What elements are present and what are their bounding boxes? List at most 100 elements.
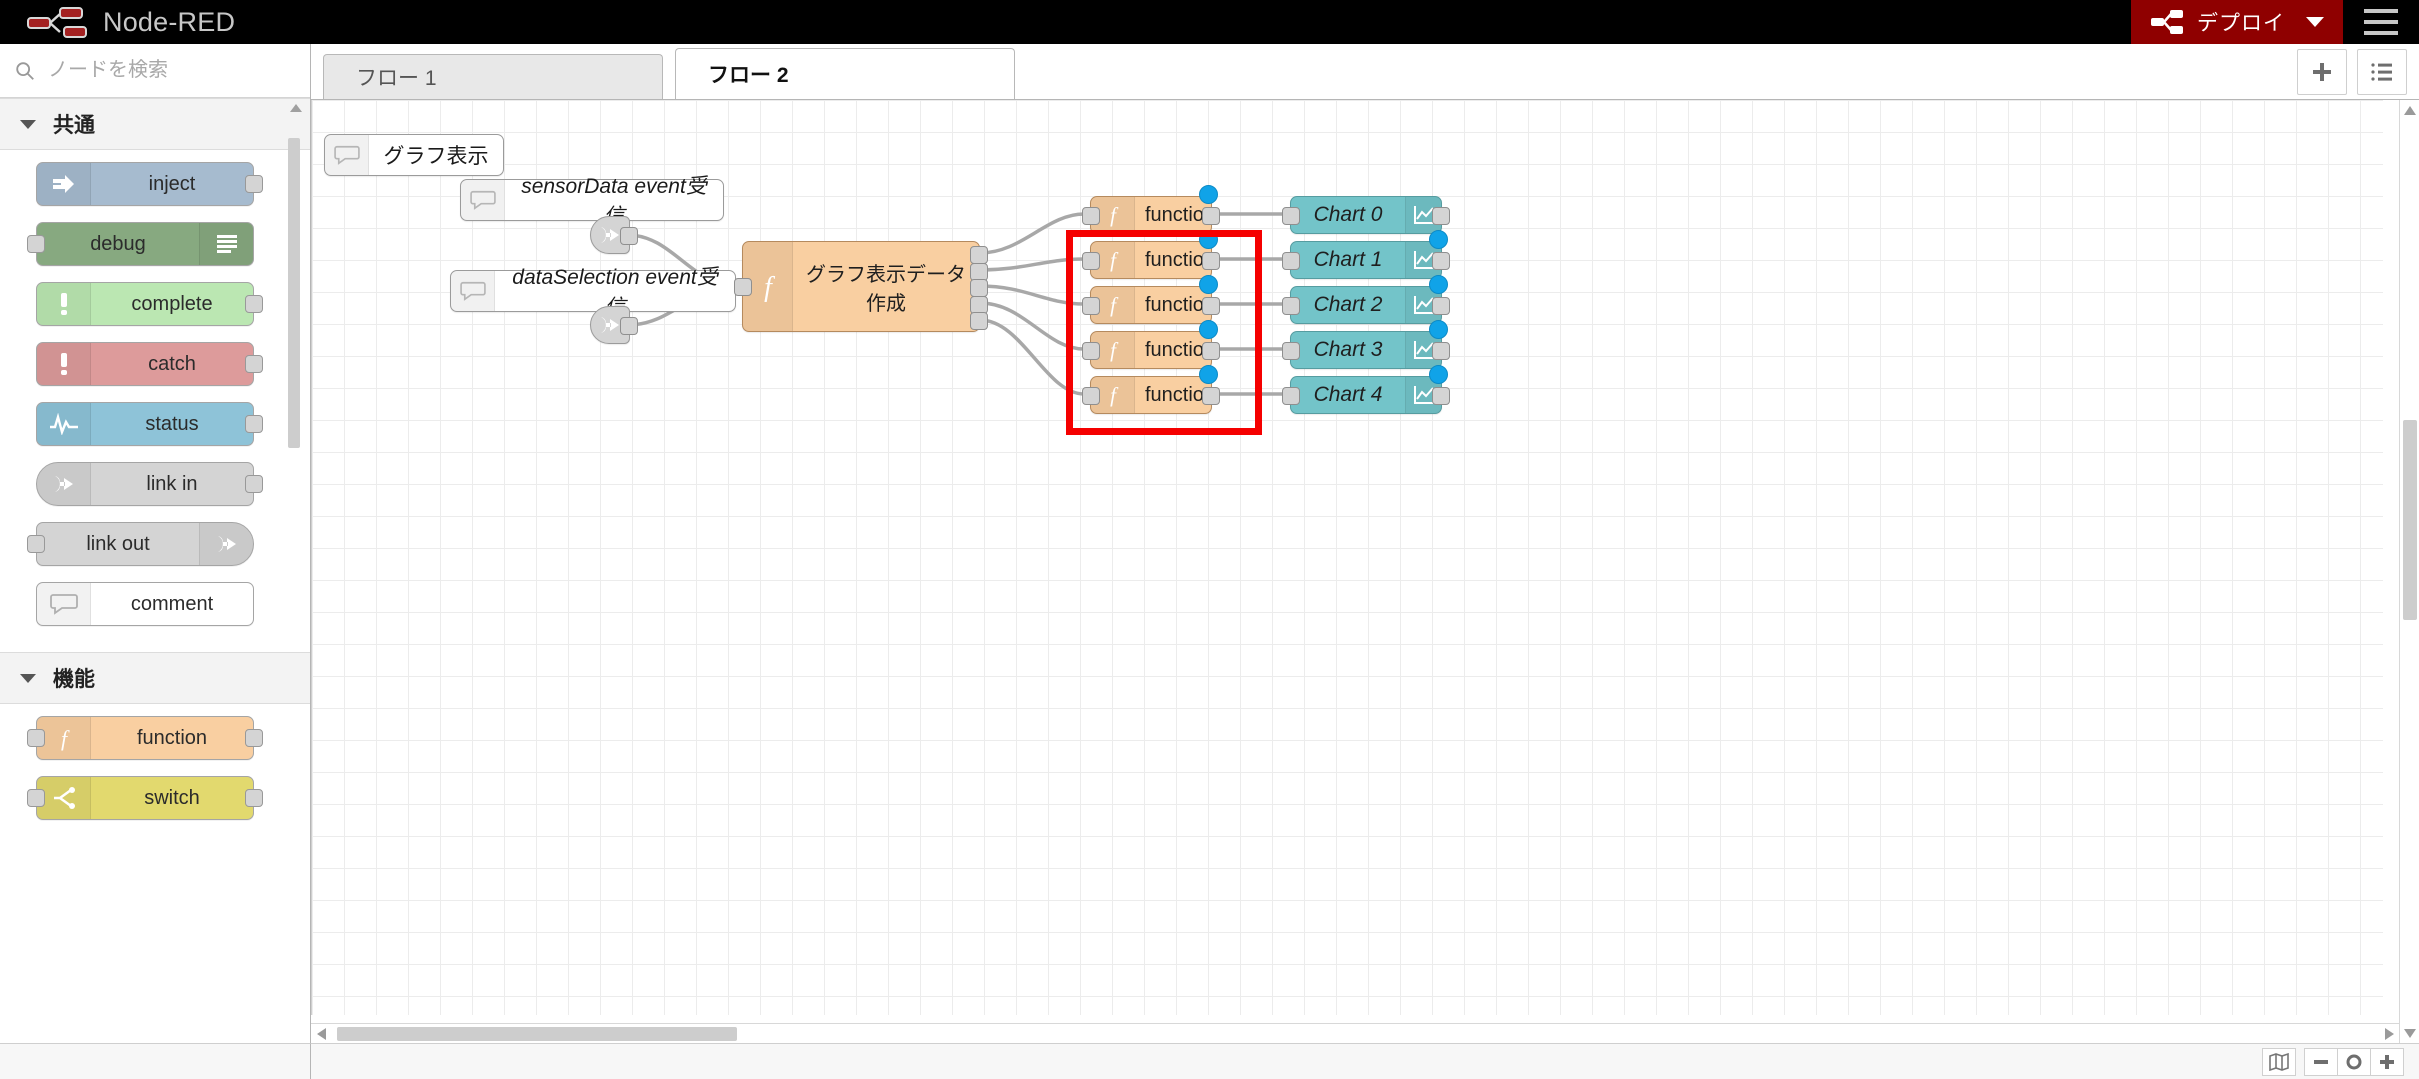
- node-output-port[interactable]: [1432, 387, 1450, 405]
- palette-category-common[interactable]: 共通: [0, 98, 310, 150]
- node-output-port[interactable]: [1432, 207, 1450, 225]
- chart-node-2[interactable]: Chart 2: [1282, 275, 1450, 324]
- function-node-1[interactable]: f function: [1082, 230, 1220, 279]
- canvas-horizontal-scrollbar[interactable]: [311, 1023, 2399, 1043]
- palette-node-link-in[interactable]: link in: [36, 462, 263, 506]
- node-output-port-3[interactable]: [970, 279, 988, 297]
- palette-node-label: function: [136, 726, 208, 749]
- palette-scroll-area[interactable]: 共通 inject debug complete catch status li…: [0, 98, 310, 1078]
- node-output-port[interactable]: [1432, 297, 1450, 315]
- function-node-0[interactable]: f function: [1082, 185, 1220, 234]
- node-input-port[interactable]: [1282, 297, 1300, 315]
- node-input-port[interactable]: [1282, 207, 1300, 225]
- node-input-port[interactable]: [1282, 387, 1300, 405]
- chart-node-3[interactable]: Chart 3: [1282, 320, 1450, 369]
- palette-node-inject[interactable]: inject: [36, 162, 263, 206]
- node-output-port[interactable]: [1202, 207, 1220, 225]
- node-output-port-1[interactable]: [970, 246, 988, 264]
- palette-node-complete[interactable]: complete: [36, 282, 263, 326]
- node-output-port[interactable]: [245, 355, 263, 373]
- node-input-port[interactable]: [27, 535, 45, 553]
- add-flow-button[interactable]: [2297, 49, 2347, 95]
- palette-node-catch[interactable]: catch: [36, 342, 263, 386]
- status-dot: [1199, 365, 1218, 384]
- node-input-port[interactable]: [1082, 387, 1100, 405]
- node-output-port[interactable]: [1202, 252, 1220, 270]
- palette-search-box[interactable]: [0, 44, 310, 98]
- svg-text:f: f: [1110, 338, 1119, 362]
- scroll-left-arrow[interactable]: [311, 1024, 331, 1044]
- flow-canvas-viewport[interactable]: グラフ表示 sensorData event受信 dataSelection e…: [311, 100, 2419, 1079]
- list-flows-button[interactable]: [2357, 49, 2407, 95]
- search-input[interactable]: [46, 58, 286, 83]
- link-in-node-2[interactable]: [590, 306, 638, 344]
- node-input-port[interactable]: [1082, 342, 1100, 360]
- palette-node-function[interactable]: f function: [27, 716, 263, 760]
- zoom-out-button[interactable]: [2304, 1047, 2338, 1076]
- node-input-port[interactable]: [27, 729, 45, 747]
- node-output-port[interactable]: [245, 415, 263, 433]
- node-input-port[interactable]: [734, 278, 752, 296]
- function-node-graph-data-create[interactable]: f グラフ表示データ作成: [734, 241, 988, 332]
- palette-scrollbar[interactable]: [286, 98, 302, 1078]
- zoom-reset-button[interactable]: [2337, 1047, 2371, 1076]
- node-red-logo: Node-RED: [26, 4, 235, 40]
- node-output-port[interactable]: [1202, 297, 1220, 315]
- palette-node-link-out[interactable]: link out: [27, 522, 254, 566]
- palette-node-label: complete: [131, 292, 213, 315]
- tab-flow-1[interactable]: フロー 1: [323, 54, 663, 99]
- comment-node-dataselection[interactable]: dataSelection event受信: [450, 266, 736, 319]
- flow-canvas[interactable]: グラフ表示 sensorData event受信 dataSelection e…: [311, 100, 2383, 1015]
- canvas-vertical-scrollbar-thumb[interactable]: [2403, 420, 2417, 620]
- node-input-port[interactable]: [27, 235, 45, 253]
- node-input-port[interactable]: [1082, 207, 1100, 225]
- node-output-port[interactable]: [620, 317, 638, 335]
- function-node-2[interactable]: f function: [1082, 275, 1220, 324]
- node-output-port[interactable]: [1202, 342, 1220, 360]
- node-output-port[interactable]: [245, 729, 263, 747]
- deploy-button[interactable]: デプロイ: [2131, 0, 2285, 44]
- node-output-port[interactable]: [245, 175, 263, 193]
- chart-node-1[interactable]: Chart 1: [1282, 230, 1450, 279]
- palette-category-function[interactable]: 機能: [0, 652, 310, 704]
- scroll-up-arrow[interactable]: [2400, 100, 2419, 120]
- palette-node-debug[interactable]: debug: [27, 222, 254, 266]
- node-output-port[interactable]: [620, 227, 638, 245]
- node-input-port[interactable]: [27, 789, 45, 807]
- function-node-4[interactable]: f function: [1082, 365, 1220, 414]
- node-input-port[interactable]: [1282, 342, 1300, 360]
- link-in-node-1[interactable]: [590, 216, 638, 254]
- node-output-port[interactable]: [1202, 387, 1220, 405]
- tab-flow-2[interactable]: フロー 2: [675, 48, 1015, 99]
- scroll-up-arrow[interactable]: [286, 98, 306, 118]
- plus-icon: [2313, 63, 2331, 81]
- node-input-port[interactable]: [1082, 297, 1100, 315]
- palette-node-comment[interactable]: comment: [36, 582, 254, 626]
- node-output-port[interactable]: [245, 475, 263, 493]
- node-output-port[interactable]: [245, 789, 263, 807]
- node-output-port-5[interactable]: [970, 312, 988, 330]
- chart-node-4[interactable]: Chart 4: [1282, 365, 1450, 414]
- deploy-dropdown-button[interactable]: [2285, 0, 2343, 44]
- comment-node-graph-display[interactable]: グラフ表示: [324, 134, 504, 176]
- comment-node-sensordata[interactable]: sensorData event受信: [460, 175, 724, 228]
- node-output-port[interactable]: [1432, 252, 1450, 270]
- comment-label: グラフ表示: [383, 145, 489, 168]
- palette-node-list-common: inject debug complete catch status link …: [0, 150, 310, 652]
- canvas-horizontal-scrollbar-thumb[interactable]: [337, 1027, 737, 1041]
- palette-node-status[interactable]: status: [36, 402, 263, 446]
- node-input-port[interactable]: [1082, 252, 1100, 270]
- scroll-right-arrow[interactable]: [2379, 1024, 2399, 1044]
- palette-scrollbar-thumb[interactable]: [288, 138, 300, 448]
- main-menu-button[interactable]: [2343, 0, 2419, 44]
- node-input-port[interactable]: [1282, 252, 1300, 270]
- scroll-down-arrow[interactable]: [2400, 1023, 2419, 1043]
- navigator-button[interactable]: [2262, 1047, 2296, 1076]
- node-output-port[interactable]: [1432, 342, 1450, 360]
- chart-node-0[interactable]: Chart 0: [1282, 196, 1450, 234]
- canvas-vertical-scrollbar[interactable]: [2399, 100, 2419, 1043]
- node-output-port[interactable]: [245, 295, 263, 313]
- zoom-in-button[interactable]: [2370, 1047, 2404, 1076]
- function-node-3[interactable]: f function: [1082, 320, 1220, 369]
- palette-node-switch[interactable]: switch: [27, 776, 263, 820]
